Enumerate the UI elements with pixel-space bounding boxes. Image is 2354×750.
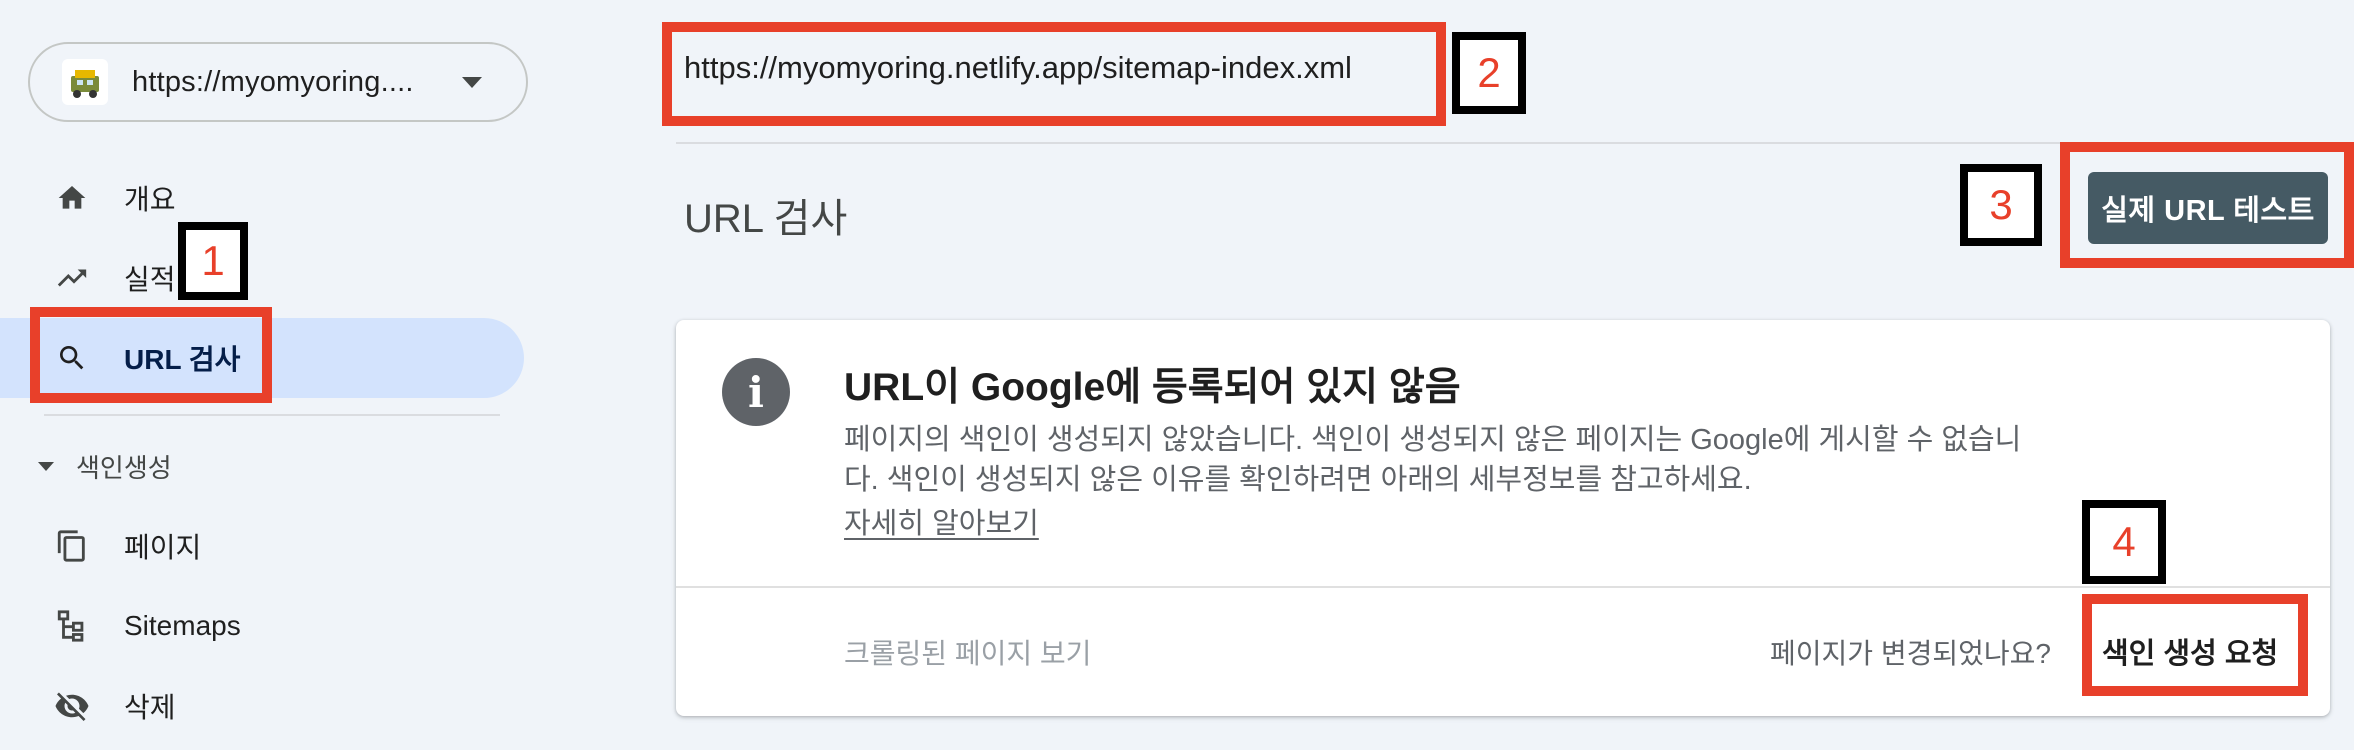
sidebar-divider xyxy=(44,414,500,416)
site-favicon-icon xyxy=(62,59,108,105)
sitemap-icon xyxy=(54,608,90,644)
visibility-off-icon xyxy=(54,688,90,724)
view-crawled-page-button[interactable]: 크롤링된 페이지 보기 xyxy=(844,632,1091,672)
property-selector[interactable]: https://myomyoring.... xyxy=(28,42,528,122)
page-changed-text: 페이지가 변경되었나요? xyxy=(1770,638,2051,669)
highlight-box-2 xyxy=(662,22,1446,126)
nav-label-removals: 삭제 xyxy=(124,692,176,723)
result-description: 페이지의 색인이 생성되지 않았습니다. 색인이 생성되지 않은 페이지는 Go… xyxy=(844,424,2022,496)
annotation-tag-4: 4 xyxy=(2082,500,2166,584)
indexing-section-toggle[interactable]: 색인생성 xyxy=(38,448,172,485)
learn-more-link[interactable]: 자세히 알아보기 xyxy=(844,500,1039,542)
dropdown-caret-icon xyxy=(462,76,482,88)
highlight-box-1 xyxy=(30,307,272,403)
nav-item-removals[interactable]: 삭제 xyxy=(0,666,524,746)
card-divider xyxy=(676,586,2330,588)
indexing-section-label: 색인생성 xyxy=(76,453,172,483)
nav-item-overview[interactable]: 개요 xyxy=(0,158,524,238)
pages-icon xyxy=(54,528,90,564)
nav-label-performance: 실적 xyxy=(124,264,176,295)
highlight-box-3 xyxy=(2060,142,2354,268)
trending-up-icon xyxy=(54,260,90,296)
info-icon: i xyxy=(722,358,790,426)
nav-label-sitemaps: Sitemaps xyxy=(124,610,241,641)
page-title: URL 검사 xyxy=(684,197,848,241)
annotation-tag-3: 3 xyxy=(1960,164,2042,246)
result-title: URL이 Google에 등록되어 있지 않음 xyxy=(844,366,1461,409)
nav-label-overview: 개요 xyxy=(124,184,176,215)
nav-item-pages[interactable]: 페이지 xyxy=(0,506,524,586)
home-icon xyxy=(54,180,90,216)
annotation-tag-1: 1 xyxy=(178,222,248,300)
property-url: https://myomyoring.... xyxy=(132,65,414,98)
annotation-tag-2: 2 xyxy=(1452,32,1526,114)
nav-item-sitemaps[interactable]: Sitemaps xyxy=(0,586,524,666)
highlight-box-4 xyxy=(2082,594,2308,696)
nav-item-performance[interactable]: 실적 xyxy=(0,238,524,318)
collapse-arrow-icon xyxy=(38,462,54,471)
nav-label-pages: 페이지 xyxy=(124,532,202,563)
